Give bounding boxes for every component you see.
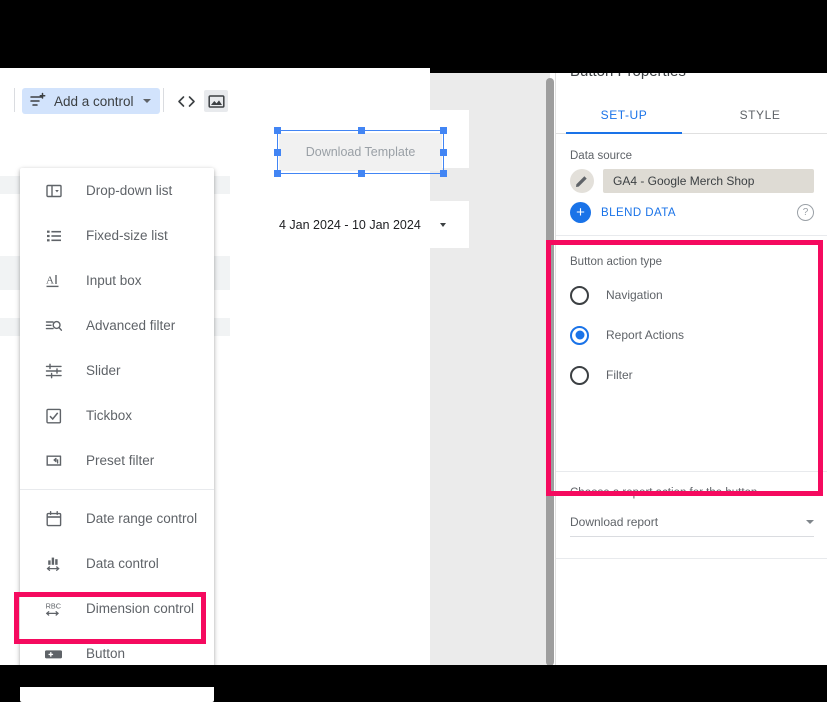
slider-icon	[44, 361, 64, 381]
letterbox-top-mid	[430, 0, 827, 73]
menu-item-label: Slider	[86, 363, 121, 378]
embed-code-icon[interactable]	[174, 90, 198, 112]
data-source-chip[interactable]: GA4 - Google Merch Shop	[570, 169, 814, 193]
letterbox-bottom	[0, 665, 827, 687]
menu-item-slider[interactable]: Slider	[20, 348, 214, 393]
plus-circle-icon: +	[570, 202, 591, 223]
radio-icon-selected	[570, 325, 589, 345]
add-a-control-label: Add a control	[54, 93, 134, 109]
menu-item-date-range-control[interactable]: Date range control	[20, 496, 214, 541]
section-divider	[556, 235, 827, 236]
resize-handle-s[interactable]	[358, 170, 365, 177]
button-icon	[44, 644, 64, 664]
fixed-size-list-icon	[44, 226, 64, 246]
panel-tabs[interactable]: SET-UP STYLE	[556, 96, 827, 134]
add-a-control-menu[interactable]: Drop-down list Fixed-size list A Input b…	[20, 168, 214, 702]
svg-text:RBC: RBC	[46, 601, 61, 610]
calendar-icon	[44, 509, 64, 529]
resize-handle-sw[interactable]	[274, 170, 281, 177]
report-action-section: Choose a report action for the button Do…	[556, 487, 827, 537]
add-a-control-button[interactable]: Add a control	[22, 88, 160, 114]
menu-item-preset-filter[interactable]: Preset filter	[20, 438, 214, 483]
tab-set-up[interactable]: SET-UP	[556, 96, 692, 134]
button-properties-panel: Button Properties SET-UP STYLE Data sour…	[555, 60, 827, 667]
report-action-select[interactable]: Download report	[570, 511, 814, 537]
help-icon[interactable]: ?	[797, 204, 814, 221]
tab-style[interactable]: STYLE	[692, 96, 827, 133]
radio-label: Report Actions	[606, 328, 685, 342]
menu-item-advanced-filter[interactable]: Advanced filter	[20, 303, 214, 348]
data-control-icon	[44, 554, 64, 574]
radio-icon	[570, 285, 589, 305]
resize-handle-nw[interactable]	[274, 127, 281, 134]
pencil-icon[interactable]	[570, 169, 594, 193]
advanced-filter-icon	[44, 316, 64, 336]
button-action-type-section: Button action type Navigation Report Act…	[556, 256, 827, 395]
toolbar-divider	[163, 88, 164, 112]
resize-handle-ne[interactable]	[440, 127, 447, 134]
menu-item-input-box[interactable]: A Input box	[20, 258, 214, 303]
section-divider	[556, 471, 827, 472]
radio-label: Filter	[606, 368, 633, 382]
menu-item-label: Dimension control	[86, 601, 195, 616]
resize-handle-e[interactable]	[440, 149, 447, 156]
menu-item-tickbox[interactable]: Tickbox	[20, 393, 214, 438]
input-box-icon: A	[44, 271, 64, 291]
menu-item-label: Input box	[86, 273, 142, 288]
data-source-section: Data source GA4 - Google Merch Shop + BL…	[556, 150, 827, 223]
preset-filter-icon	[44, 451, 64, 471]
tickbox-icon	[44, 406, 64, 426]
radio-label: Navigation	[606, 288, 663, 302]
date-range-control-widget[interactable]: 4 Jan 2024 - 10 Jan 2024	[252, 201, 469, 248]
tab-set-up-label: SET-UP	[600, 107, 648, 122]
looker-studio-editor: Add a control Download Template 4 Jan 20…	[0, 60, 827, 702]
resize-handle-n[interactable]	[358, 127, 365, 134]
chevron-down-icon	[806, 520, 814, 524]
menu-item-label: Advanced filter	[86, 318, 176, 333]
drop-down-list-icon	[44, 181, 64, 201]
image-icon[interactable]	[204, 90, 228, 112]
menu-item-dimension-control[interactable]: RBC Dimension control	[20, 586, 214, 631]
data-source-name: GA4 - Google Merch Shop	[603, 169, 814, 193]
resize-handle-w[interactable]	[274, 149, 281, 156]
add-control-icon	[29, 92, 47, 110]
svg-text:A: A	[46, 274, 54, 286]
menu-divider	[20, 489, 214, 490]
report-action-label: Choose a report action for the button	[570, 487, 758, 499]
section-divider	[556, 558, 827, 559]
button-action-type-label: Button action type	[570, 256, 663, 268]
menu-item-label: Button	[86, 646, 126, 661]
menu-item-label: Preset filter	[86, 453, 155, 468]
report-action-value: Download report	[570, 515, 659, 529]
menu-item-label: Tickbox	[86, 408, 133, 423]
tab-style-label: STYLE	[739, 107, 781, 122]
chevron-down-icon	[440, 222, 446, 227]
menu-item-drop-down-list[interactable]: Drop-down list	[20, 168, 214, 213]
data-source-label: Data source	[570, 150, 633, 162]
blend-data-row[interactable]: + BLEND DATA ?	[570, 202, 814, 223]
dimension-control-icon: RBC	[44, 599, 64, 619]
canvas-vertical-scrollbar[interactable]	[546, 78, 554, 666]
menu-item-label: Data control	[86, 556, 159, 571]
resize-handle-se[interactable]	[440, 170, 447, 177]
radio-option-filter[interactable]: Filter	[570, 355, 814, 395]
radio-option-report-actions[interactable]: Report Actions	[570, 315, 814, 355]
blend-data-label: BLEND DATA	[601, 206, 677, 219]
screenshot-stage: Add a control Download Template 4 Jan 20…	[0, 0, 827, 702]
widget-selection-box	[274, 127, 447, 177]
menu-item-label: Fixed-size list	[86, 228, 168, 243]
radio-option-navigation[interactable]: Navigation	[570, 275, 814, 315]
toolbar-divider	[14, 88, 15, 112]
menu-item-label: Drop-down list	[86, 183, 173, 198]
menu-item-fixed-size-list[interactable]: Fixed-size list	[20, 213, 214, 258]
menu-item-data-control[interactable]: Data control	[20, 541, 214, 586]
date-range-value: 4 Jan 2024 - 10 Jan 2024	[279, 217, 421, 232]
date-range-inner[interactable]: 4 Jan 2024 - 10 Jan 2024	[268, 212, 455, 237]
menu-item-label: Date range control	[86, 511, 198, 526]
radio-icon	[570, 365, 589, 385]
chevron-down-icon	[142, 99, 151, 103]
